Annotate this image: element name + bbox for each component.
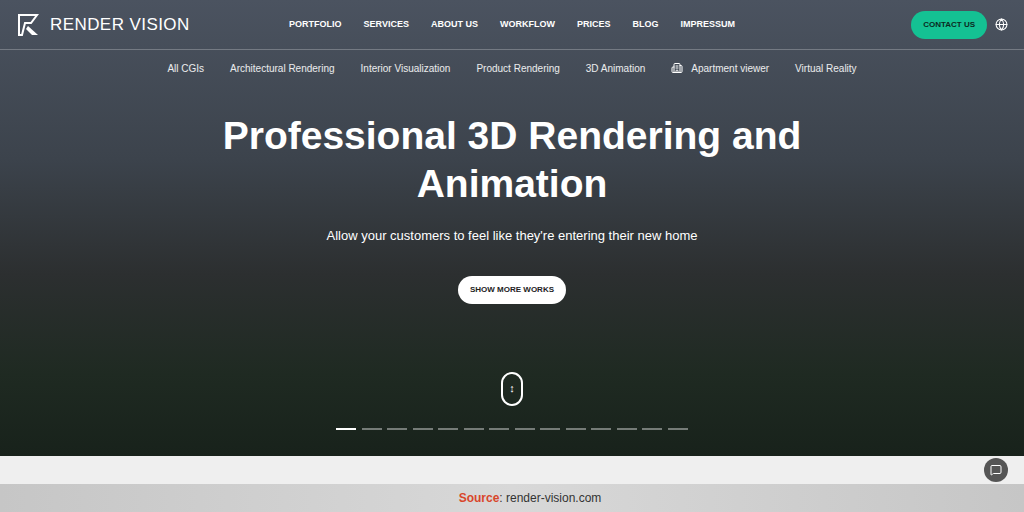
category-link[interactable]: Apartment viewer <box>671 61 769 76</box>
slider-dot[interactable] <box>438 428 458 430</box>
main-menu: PORTFOLIO SERVICES ABOUT US WORKFLOW PRICES B… <box>289 18 735 32</box>
logo[interactable]: RENDER VISION <box>16 12 289 38</box>
hero-subtitle: Allow your customers to feel like they'r… <box>327 226 698 246</box>
building-icon <box>671 62 683 74</box>
nav-link[interactable]: PORTFOLIO <box>289 18 342 32</box>
slider-dot[interactable] <box>362 428 382 430</box>
page: RENDER VISIONPORTFOLIO SERVICES ABOUT US WO… <box>0 0 1024 512</box>
category-link[interactable]: Architectural Rendering <box>230 61 335 76</box>
chat-icon <box>990 464 1002 476</box>
source-band: Source: render-vision.com <box>0 484 1024 512</box>
slider-dot[interactable] <box>336 428 356 430</box>
top-nav: RENDER VISIONPORTFOLIO SERVICES ABOUT US WO… <box>0 0 1024 50</box>
slider-dots <box>336 428 688 430</box>
slider-dot[interactable] <box>413 428 433 430</box>
nav-link[interactable]: ABOUT US <box>431 18 478 32</box>
source-caption: Source: render-vision.com <box>423 489 602 507</box>
logo-icon <box>16 12 42 38</box>
nav-link[interactable]: WORKFLOW <box>500 18 555 32</box>
contact-button[interactable]: CONTACT US <box>911 11 987 39</box>
show-more-button[interactable]: SHOW MORE WORKS <box>458 276 566 304</box>
nav-link[interactable]: PRICES <box>577 18 611 32</box>
slider-dot[interactable] <box>489 428 509 430</box>
chat-button[interactable] <box>984 458 1008 482</box>
globe-icon[interactable] <box>995 18 1008 31</box>
light-band <box>0 456 1024 484</box>
nav-link[interactable]: IMPRESSUM <box>680 18 735 32</box>
nav-link[interactable]: SERVICES <box>364 18 409 32</box>
slider-dot[interactable] <box>566 428 586 430</box>
category-link[interactable]: All CGIs <box>167 61 204 76</box>
nav-link[interactable]: BLOG <box>632 18 658 32</box>
slider-dot[interactable] <box>591 428 611 430</box>
slider-dot[interactable] <box>642 428 662 430</box>
slider-dot[interactable] <box>617 428 637 430</box>
hero: RENDER VISIONPORTFOLIO SERVICES ABOUT US WO… <box>0 0 1024 456</box>
category-link[interactable]: Product Rendering <box>476 61 559 76</box>
hero-title: Professional 3D Rendering and Animation <box>212 112 812 208</box>
scroll-indicator[interactable]: ↕ <box>501 372 523 406</box>
category-link[interactable]: Virtual Reality <box>795 61 857 76</box>
slider-dot[interactable] <box>540 428 560 430</box>
category-link[interactable]: 3D Animation <box>586 61 645 76</box>
slider-dot[interactable] <box>668 428 688 430</box>
slider-dot[interactable] <box>464 428 484 430</box>
slider-dot[interactable] <box>515 428 535 430</box>
category-link[interactable]: Interior Visualization <box>361 61 451 76</box>
category-menu: All CGIs Architectural Rendering Interior … <box>0 50 1024 86</box>
slider-dot[interactable] <box>387 428 407 430</box>
